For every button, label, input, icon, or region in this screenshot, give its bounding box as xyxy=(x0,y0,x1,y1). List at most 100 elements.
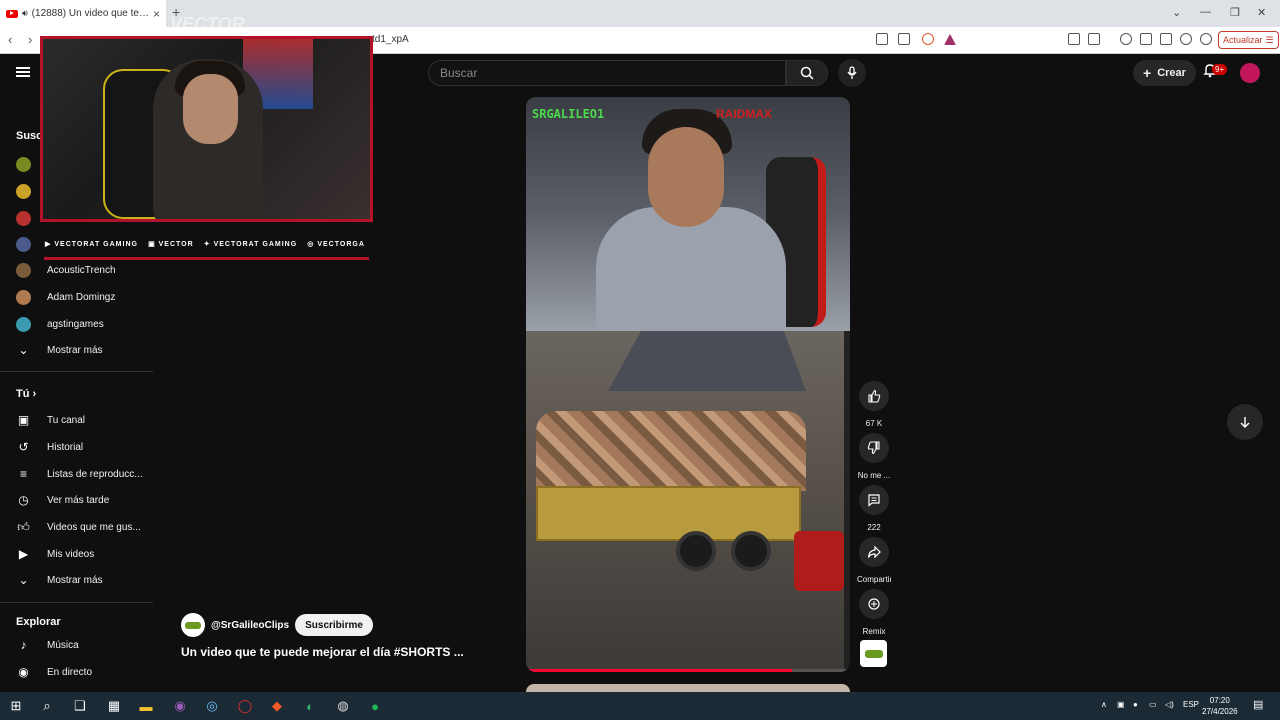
trailer-wheel xyxy=(731,531,771,571)
network-icon[interactable]: ▭ xyxy=(1149,700,1157,709)
share-page-icon[interactable] xyxy=(898,33,910,45)
vpn-icon[interactable] xyxy=(1200,33,1212,45)
sound-thumbnail[interactable] xyxy=(860,640,887,667)
channel-avatar[interactable] xyxy=(181,613,205,637)
sidebar-item-music[interactable]: ♪ Música xyxy=(0,633,153,657)
windows-taskbar: ⊞ ⌕ ❑ ▦ ▬ ◉ ◎ ◯ ◆ ◐ ◍ ● ∧ ▣ ● ▭ ◁) ESP 0… xyxy=(0,692,1280,720)
tray-app-icon[interactable]: ▣ xyxy=(1117,700,1125,709)
overlay-divider xyxy=(44,257,369,260)
share-button[interactable]: Compartir xyxy=(857,537,891,584)
ai-icon[interactable] xyxy=(1180,33,1192,45)
minimize-icon[interactable]: — xyxy=(1200,6,1211,18)
microphone-tray-icon[interactable]: ● xyxy=(1133,700,1138,709)
clock[interactable]: 07:20 27/4/2026 xyxy=(1202,695,1238,717)
account-avatar[interactable] xyxy=(1240,63,1260,83)
sidebar-item-label: Videos que me gus... xyxy=(47,521,141,533)
subscribe-button[interactable]: Suscribirme xyxy=(295,614,373,636)
notification-center-icon[interactable]: ▤ xyxy=(1253,698,1263,711)
obs-icon[interactable]: ◍ xyxy=(334,697,352,715)
browser-tab[interactable]: 🔊︎ (12888) Un video que te puede × xyxy=(0,0,166,27)
search-icon[interactable]: ⌕ xyxy=(38,697,56,715)
sidebar-show-more[interactable]: ⌄ Mostrar más xyxy=(0,338,153,362)
remix-button[interactable]: Remix xyxy=(857,589,891,636)
sidebar-item-label: Ver más tarde xyxy=(47,494,110,506)
screenshot-icon[interactable] xyxy=(1088,33,1100,45)
sidebar-item-acoustictrench[interactable]: AcousticTrench xyxy=(0,258,153,282)
windows-start-icon[interactable]: ⊞ xyxy=(7,697,25,715)
sidebar-item-adam-domingz[interactable]: Adam Domingz xyxy=(0,285,153,309)
sidebar-item-your-channel[interactable]: ▣ Tu canal xyxy=(0,408,153,432)
video-progress-bar[interactable] xyxy=(526,669,850,672)
volume-icon[interactable]: ◁) xyxy=(1165,700,1174,709)
dislike-button[interactable]: No me ... xyxy=(857,433,891,480)
sidebar-item-watch-later[interactable]: ◷ Ver más tarde xyxy=(0,488,153,512)
hamburger-menu-icon[interactable] xyxy=(16,67,30,77)
next-short-preview[interactable] xyxy=(526,684,850,692)
clock-icon: ◷ xyxy=(18,493,29,507)
rewards-icon[interactable] xyxy=(944,34,956,45)
next-video-button[interactable] xyxy=(1227,404,1263,440)
sidebar-item-live[interactable]: ◉ En directo xyxy=(0,660,153,684)
voice-search-button[interactable] xyxy=(838,59,866,87)
share-icon xyxy=(859,537,889,567)
sidebar-item-history[interactable]: ↺ Historial xyxy=(0,435,153,459)
playlist-icon: ≡ xyxy=(19,467,27,481)
wallet-icon[interactable] xyxy=(1160,33,1172,45)
roof xyxy=(608,331,806,391)
share-label: Compartir xyxy=(857,575,891,584)
chevron-down-icon[interactable]: ⌄ xyxy=(1172,6,1181,19)
comment-icon xyxy=(859,485,889,515)
close-tab-icon[interactable]: × xyxy=(153,7,160,21)
brave-icon[interactable]: ◆ xyxy=(268,697,286,715)
facecam-section: SRGALILEO1 RAIDMAX xyxy=(526,97,850,331)
extensions-icon[interactable] xyxy=(1068,33,1080,45)
url-text[interactable]: td1_xpA xyxy=(372,34,409,45)
music-icon[interactable] xyxy=(1120,33,1132,45)
youtube-social: ▶ VECTORAT GAMING xyxy=(45,241,138,248)
update-label: Actualizar xyxy=(1223,35,1263,45)
opera-icon[interactable]: ◯ xyxy=(236,697,254,715)
steam-icon[interactable]: ◎ xyxy=(203,697,221,715)
short-video-player[interactable]: SRGALILEO1 RAIDMAX xyxy=(526,97,850,672)
social-label: VECTORAT GAMING xyxy=(213,241,298,248)
discord-icon[interactable]: ◉ xyxy=(171,697,189,715)
you-heading[interactable]: Tú › xyxy=(16,388,36,400)
edge-icon[interactable]: ◐ xyxy=(301,697,319,715)
streamer-face xyxy=(183,74,238,144)
channel-avatar xyxy=(16,156,31,172)
sidebar-item-playlists[interactable]: ≡ Listas de reproducc... xyxy=(0,462,153,486)
update-button[interactable]: Actualizar ☰ xyxy=(1218,31,1279,49)
sidebar-panel-icon[interactable] xyxy=(1140,33,1152,45)
task-view-icon[interactable]: ❑ xyxy=(71,697,89,715)
sidebar-item-liked-videos[interactable]: 👍︎ Videos que me gus... xyxy=(0,515,153,539)
sidebar-show-more[interactable]: ⌄ Mostrar más xyxy=(0,568,153,592)
history-icon: ↺ xyxy=(18,440,29,454)
you-heading-label: Tú xyxy=(16,388,30,400)
back-icon[interactable]: ‹ xyxy=(8,32,12,47)
forward-icon[interactable]: › xyxy=(28,32,32,47)
creator-tag: SRGALILEO1 xyxy=(532,107,605,121)
channel-handle[interactable]: @SrGalileoClips xyxy=(211,620,289,631)
explore-heading: Explorar xyxy=(16,616,61,628)
app-icon[interactable]: ▦ xyxy=(105,697,123,715)
spotify-icon[interactable]: ● xyxy=(366,697,384,715)
language-indicator[interactable]: ESP xyxy=(1183,700,1199,709)
tray-expand-icon[interactable]: ∧ xyxy=(1101,700,1107,709)
like-button[interactable]: 67 K xyxy=(857,381,891,428)
overlay-logo: VECTOR xyxy=(170,14,245,34)
sidebar-item-your-videos[interactable]: ▶ Mis videos xyxy=(0,542,153,566)
cast-icon[interactable] xyxy=(876,33,888,45)
video-title[interactable]: Un video que te puede mejorar el día #SH… xyxy=(181,645,464,659)
file-explorer-icon[interactable]: ▬ xyxy=(137,697,155,715)
sidebar-item-agstingames[interactable]: agstingames xyxy=(0,312,153,336)
search-button[interactable] xyxy=(786,60,828,86)
restore-icon[interactable]: ❐ xyxy=(1230,6,1240,19)
brave-shield-icon[interactable] xyxy=(922,33,934,45)
subscriptions-heading[interactable]: Susc xyxy=(16,130,42,142)
search-input[interactable]: Buscar xyxy=(428,60,786,86)
comments-button[interactable]: 222 xyxy=(857,485,891,532)
create-button[interactable]: + Crear xyxy=(1133,60,1196,86)
remix-icon xyxy=(859,589,889,619)
close-window-icon[interactable]: ✕ xyxy=(1257,6,1266,19)
sidebar-item-label: Listas de reproducc... xyxy=(47,468,143,480)
